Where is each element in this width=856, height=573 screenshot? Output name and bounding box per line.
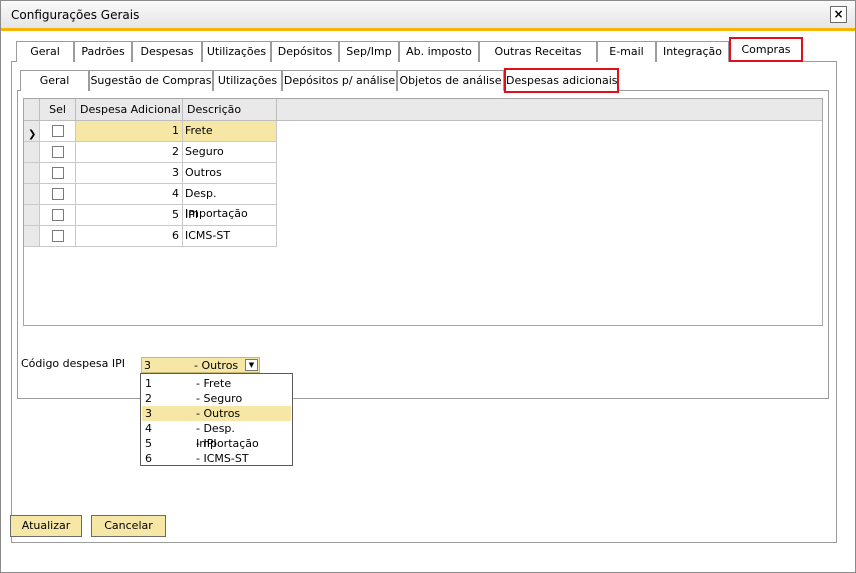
row-select-checkbox[interactable] [52,188,64,200]
expense-description-cell[interactable]: Frete [183,121,277,142]
row-select-checkbox[interactable] [52,209,64,221]
expense-code-cell[interactable]: 5 [76,205,183,226]
row-select-checkbox[interactable] [52,167,64,179]
ipi-expense-code-combo[interactable]: 3 - Outros ▼ [141,357,260,373]
subtab-objetos-analise[interactable]: Objetos de análise [397,70,504,91]
combo-selected-description: - Outros [194,359,239,372]
subtab-utilizacoes[interactable]: Utilizações [213,70,282,91]
option-code: 5 [145,437,152,450]
expense-description-cell[interactable]: Desp. Importação [183,184,277,220]
option-code: 6 [145,452,152,465]
sel-cell [40,205,76,226]
tab-compras[interactable]: Compras [729,37,803,62]
option-description: - Outros [196,407,241,420]
subtab-depositos-analise[interactable]: Depósitos p/ análise [282,70,397,91]
expense-code-cell[interactable]: 6 [76,226,183,247]
tab-utilizacoes[interactable]: Utilizações [202,41,271,62]
sel-cell [40,184,76,205]
tab-sep-imp[interactable]: Sep/Imp [339,41,399,62]
option-code: 1 [145,377,152,390]
option-code: 2 [145,392,152,405]
tab-geral[interactable]: Geral [16,41,74,62]
column-header-despesa-adicional[interactable]: Despesa Adicional [76,99,183,121]
dropdown-option[interactable]: 5 - IPI [142,436,291,451]
row-header[interactable] [24,142,40,163]
additional-expenses-grid: Sel Despesa Adicional Descrição ❯ 1 Fret… [23,98,823,326]
option-description: - Seguro [196,392,243,405]
row-header[interactable] [24,226,40,247]
expense-description-cell[interactable]: ICMS-ST [183,226,277,247]
option-code: 4 [145,422,152,435]
row-select-checkbox[interactable] [52,146,64,158]
ipi-expense-code-label: Código despesa IPI [21,357,125,370]
row-select-checkbox[interactable] [52,230,64,242]
tab-email[interactable]: E-mail [597,41,656,62]
option-code: 3 [145,407,152,420]
ipi-expense-code-dropdown: 1 - Frete 2 - Seguro 3 - Outros 4 - Desp… [140,373,293,466]
cancel-button[interactable]: Cancelar [91,515,166,537]
dropdown-option[interactable]: 1 - Frete [142,376,291,391]
dropdown-option[interactable]: 2 - Seguro [142,391,291,406]
sel-cell [40,163,76,184]
column-header-descricao[interactable]: Descrição [183,99,277,121]
window-title: Configurações Gerais [11,8,140,22]
expense-code-cell[interactable]: 2 [76,142,183,163]
subtab-sugestao-compras[interactable]: Sugestão de Compras [89,70,213,91]
settings-window: Configurações Gerais × Geral Padrões Des… [0,0,856,573]
option-description: - Frete [196,377,232,390]
sel-cell [40,226,76,247]
row-header[interactable]: ❯ [24,121,40,142]
expense-description-cell[interactable]: Outros [183,163,277,184]
title-bar: Configurações Gerais × [1,1,855,31]
row-header[interactable] [24,205,40,226]
combo-selected-code: 3 [144,359,151,372]
sel-cell [40,142,76,163]
tab-ab-imposto[interactable]: Ab. imposto [399,41,479,62]
subtab-geral[interactable]: Geral [20,70,89,91]
dropdown-option[interactable]: 6 - ICMS-ST [142,451,291,466]
close-button[interactable]: × [830,6,847,23]
column-header-sel[interactable]: Sel [40,99,76,121]
expense-code-cell[interactable]: 1 [76,121,183,142]
expense-description-cell[interactable]: Seguro [183,142,277,163]
expense-code-cell[interactable]: 4 [76,184,183,205]
expense-code-cell[interactable]: 3 [76,163,183,184]
row-header[interactable] [24,184,40,205]
tab-despesas[interactable]: Despesas [132,41,202,62]
row-header[interactable] [24,163,40,184]
expense-description-cell[interactable]: IPI [183,205,277,226]
tab-integracao[interactable]: Integração [656,41,729,62]
option-description: - IPI [196,437,217,450]
title-accent-line [1,28,855,31]
tab-depositos[interactable]: Depósitos [271,41,339,62]
option-description: - ICMS-ST [196,452,249,465]
tab-outras-receitas[interactable]: Outras Receitas [479,41,597,62]
sel-cell [40,121,76,142]
update-button[interactable]: Atualizar [10,515,82,537]
tab-padroes[interactable]: Padrões [74,41,132,62]
dropdown-option-selected[interactable]: 3 - Outros [142,406,291,421]
grid-header: Sel Despesa Adicional Descrição [24,99,822,121]
row-header-corner [24,99,40,121]
row-select-checkbox[interactable] [52,125,64,137]
subtab-despesas-adicionais[interactable]: Despesas adicionais [504,68,619,93]
dropdown-option[interactable]: 4 - Desp. Importação [142,421,291,450]
chevron-down-icon[interactable]: ▼ [245,359,258,371]
